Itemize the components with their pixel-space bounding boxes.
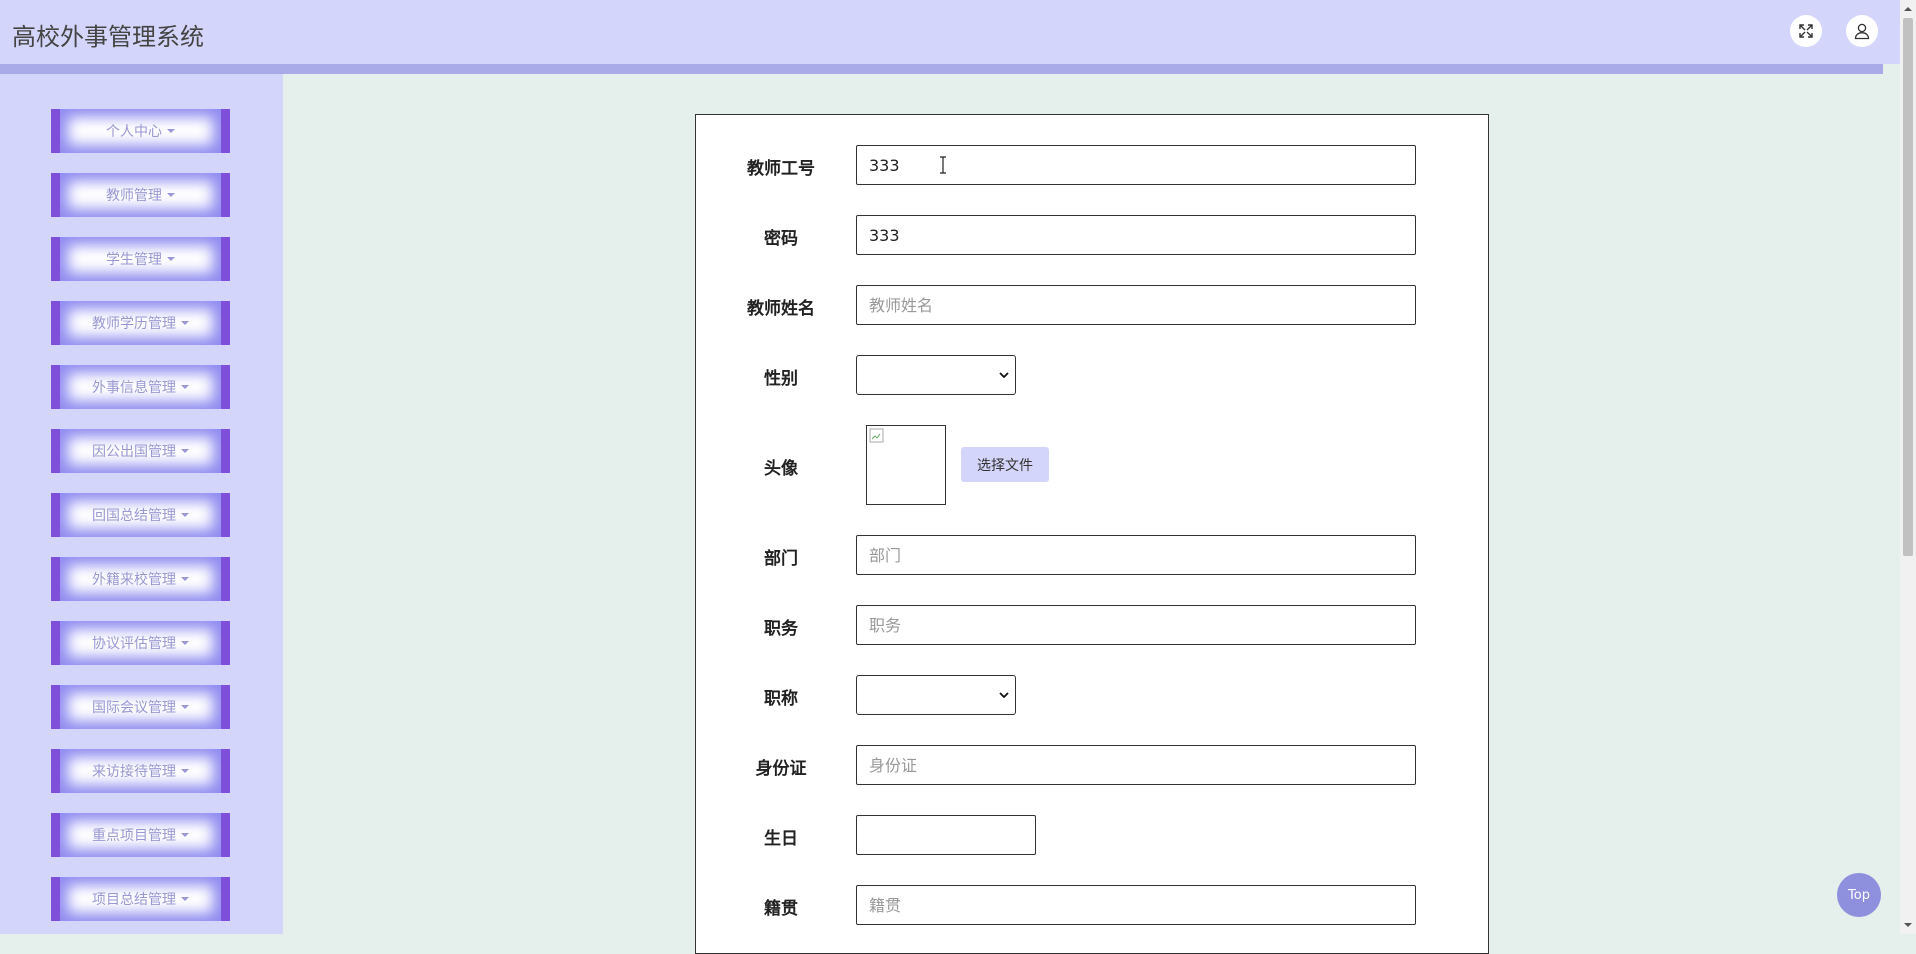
- sidebar-item-teacher-education[interactable]: 教师学历管理: [51, 301, 230, 345]
- sidebar-item-label: 因公出国管理: [92, 444, 176, 460]
- caret-down-icon: [181, 833, 189, 837]
- teacher-name-label: 教师姓名: [747, 299, 815, 319]
- sidebar-item-international-conference[interactable]: 国际会议管理: [51, 685, 230, 729]
- department-label: 部门: [764, 549, 798, 569]
- teacher-name-input[interactable]: [856, 285, 1416, 325]
- id-card-input[interactable]: [856, 745, 1416, 785]
- sidebar-item-official-abroad[interactable]: 因公出国管理: [51, 429, 230, 473]
- user-button[interactable]: [1846, 15, 1878, 47]
- sidebar-item-label: 学生管理: [106, 252, 162, 268]
- birthday-input[interactable]: [856, 815, 1036, 855]
- choose-file-button[interactable]: 选择文件: [961, 447, 1049, 482]
- caret-down-icon: [167, 129, 175, 133]
- text-cursor-icon: [940, 156, 946, 174]
- sidebar-item-label: 项目总结管理: [92, 892, 176, 908]
- sidebar-item-teacher-management[interactable]: 教师管理: [51, 173, 230, 217]
- scroll-thumb[interactable]: [1903, 18, 1913, 556]
- sidebar-item-personal-center[interactable]: 个人中心: [51, 109, 230, 153]
- chevron-down-icon: [999, 372, 1009, 379]
- teacher-id-label: 教师工号: [747, 159, 815, 179]
- caret-down-icon: [181, 449, 189, 453]
- id-card-label: 身份证: [755, 759, 807, 779]
- caret-down-icon: [181, 705, 189, 709]
- header-divider: [0, 64, 1883, 74]
- sidebar-item-label: 外事信息管理: [92, 380, 176, 396]
- sidebar-item-key-projects[interactable]: 重点项目管理: [51, 813, 230, 857]
- native-place-input[interactable]: [856, 885, 1416, 925]
- sidebar-item-label: 个人中心: [106, 124, 162, 140]
- sidebar-item-label: 教师学历管理: [92, 316, 176, 332]
- sidebar-item-foreign-visitors[interactable]: 外籍来校管理: [51, 557, 230, 601]
- sidebar-item-label: 外籍来校管理: [92, 572, 176, 588]
- password-input[interactable]: [856, 215, 1416, 255]
- chevron-down-icon: [999, 692, 1009, 699]
- gender-label: 性别: [764, 369, 798, 389]
- sidebar-item-foreign-affairs-info[interactable]: 外事信息管理: [51, 365, 230, 409]
- sidebar-item-agreement-evaluation[interactable]: 协议评估管理: [51, 621, 230, 665]
- back-to-top-button[interactable]: Top: [1837, 873, 1881, 917]
- birthday-label: 生日: [764, 829, 798, 849]
- sidebar-item-visit-reception[interactable]: 来访接待管理: [51, 749, 230, 793]
- gender-select[interactable]: [856, 355, 1016, 395]
- caret-down-icon: [167, 257, 175, 261]
- caret-down-icon: [167, 193, 175, 197]
- avatar-label: 头像: [764, 459, 798, 479]
- sidebar-item-student-management[interactable]: 学生管理: [51, 237, 230, 281]
- caret-down-icon: [181, 769, 189, 773]
- user-icon: [1854, 23, 1870, 40]
- sidebar-item-label: 来访接待管理: [92, 764, 176, 780]
- avatar-preview: [866, 425, 946, 505]
- title-label: 职称: [764, 689, 798, 709]
- caret-down-icon: [181, 321, 189, 325]
- scroll-down-icon[interactable]: [1900, 918, 1916, 932]
- department-input[interactable]: [856, 535, 1416, 575]
- sidebar-item-label: 协议评估管理: [92, 636, 176, 652]
- sidebar-item-label: 教师管理: [106, 188, 162, 204]
- header: 高校外事管理系统: [0, 0, 1900, 64]
- sidebar-item-return-summary[interactable]: 回国总结管理: [51, 493, 230, 537]
- page-scrollbar[interactable]: [1900, 0, 1916, 934]
- native-place-label: 籍贯: [764, 899, 798, 919]
- broken-image-icon: [869, 428, 884, 443]
- caret-down-icon: [181, 641, 189, 645]
- caret-down-icon: [181, 513, 189, 517]
- position-input[interactable]: [856, 605, 1416, 645]
- position-label: 职务: [764, 619, 798, 639]
- sidebar-item-label: 重点项目管理: [92, 828, 176, 844]
- scroll-up-icon[interactable]: [1900, 2, 1916, 16]
- app-title: 高校外事管理系统: [12, 23, 204, 51]
- sidebar-item-project-summary[interactable]: 项目总结管理: [51, 877, 230, 921]
- caret-down-icon: [181, 897, 189, 901]
- sidebar-item-label: 回国总结管理: [92, 508, 176, 524]
- caret-down-icon: [181, 385, 189, 389]
- title-select[interactable]: [856, 675, 1016, 715]
- caret-down-icon: [181, 577, 189, 581]
- password-label: 密码: [764, 229, 798, 249]
- fullscreen-button[interactable]: [1790, 15, 1822, 47]
- sidebar-item-label: 国际会议管理: [92, 700, 176, 716]
- fullscreen-icon: [1799, 24, 1813, 38]
